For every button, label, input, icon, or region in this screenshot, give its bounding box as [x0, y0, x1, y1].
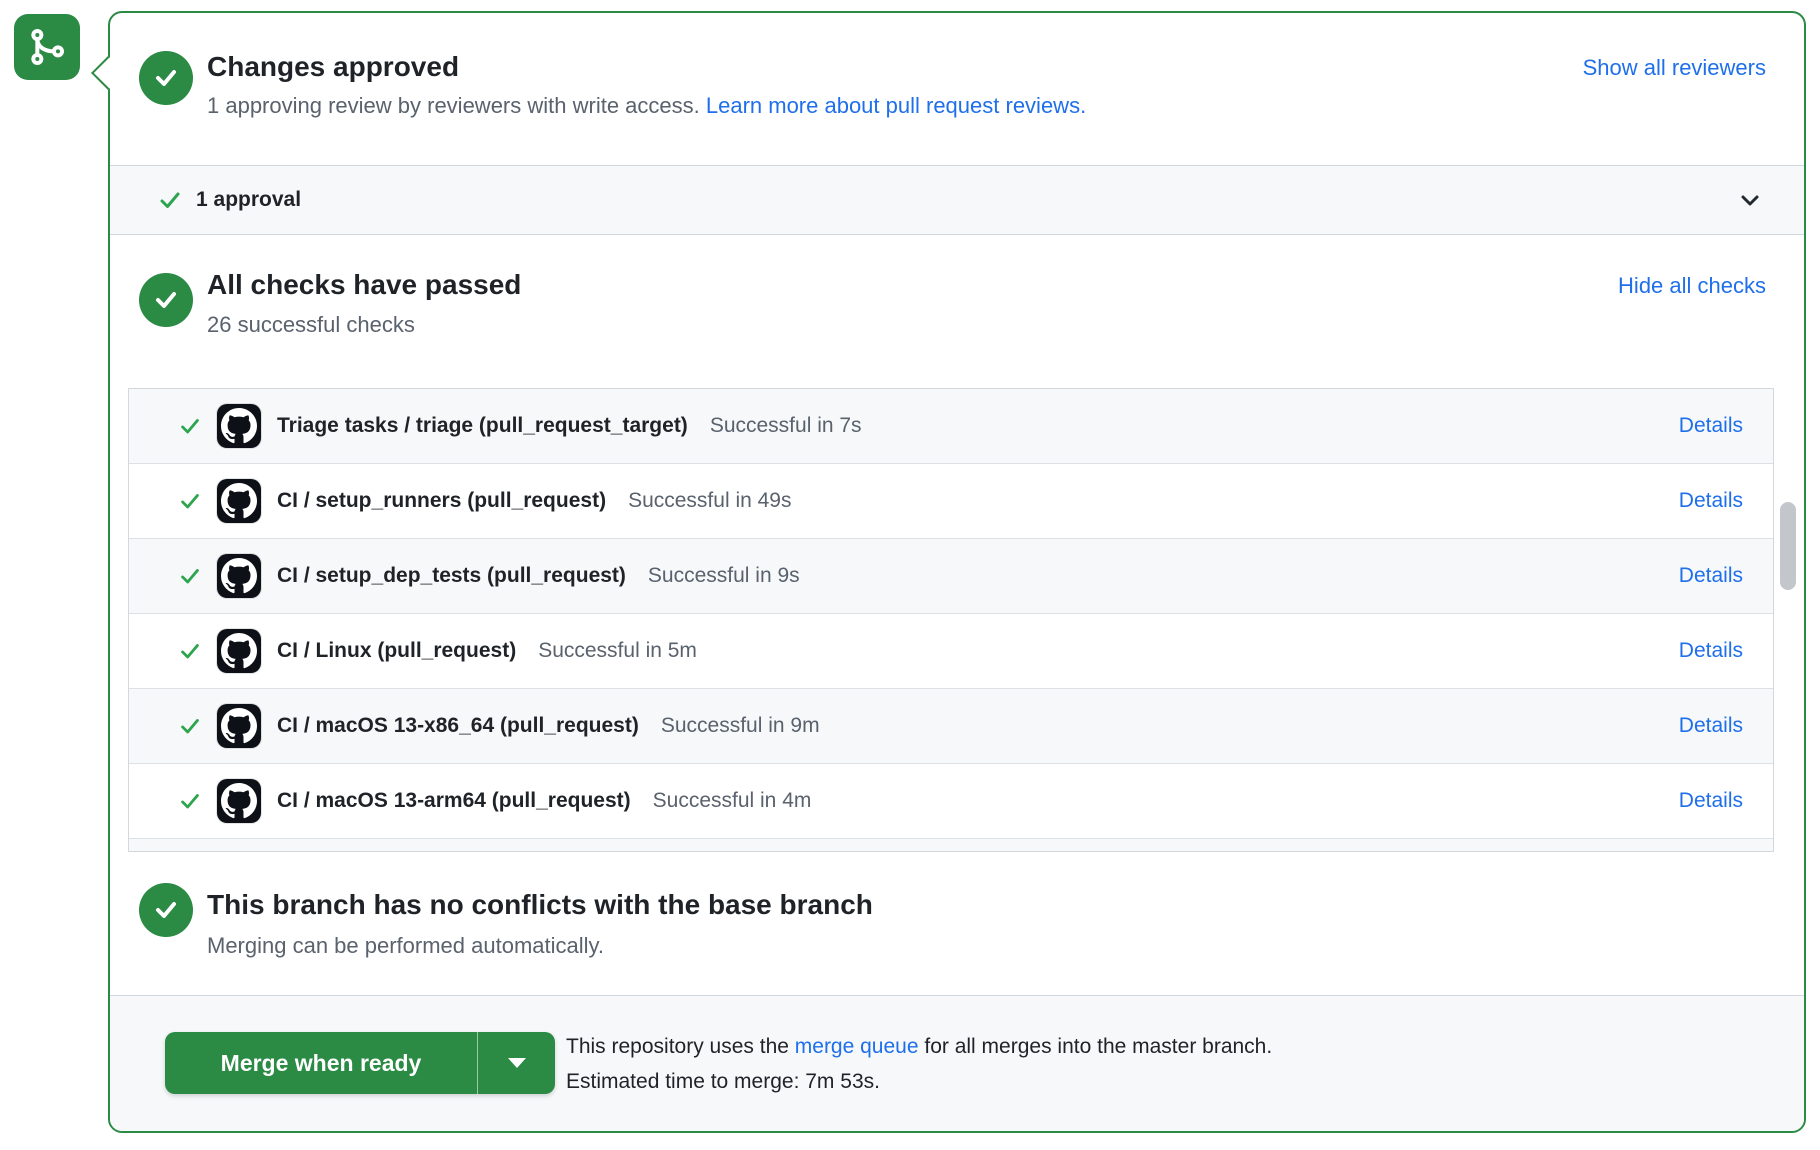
checks-scrollbar-thumb[interactable] — [1780, 502, 1796, 590]
github-octocat-icon — [217, 479, 261, 523]
merge-queue-info: This repository uses the merge queue for… — [566, 1029, 1272, 1099]
check-name: CI / macOS 13-x86_64 (pull_request) — [277, 714, 639, 738]
check-status: Successful in 4m — [653, 789, 812, 813]
github-octocat-icon — [217, 554, 261, 598]
git-merge-badge — [14, 14, 80, 80]
chevron-down-icon[interactable] — [1736, 186, 1764, 214]
card-pointer-notch — [91, 56, 125, 90]
merge-footer: Merge when ready This repository uses th… — [110, 995, 1804, 1131]
github-octocat-icon — [217, 779, 261, 823]
show-all-reviewers-link[interactable]: Show all reviewers — [1583, 55, 1766, 81]
check-name: CI / macOS 13-arm64 (pull_request) — [277, 789, 631, 813]
approval-accordion-row[interactable]: 1 approval — [110, 165, 1804, 235]
check-name: CI / setup_dep_tests (pull_request) — [277, 564, 626, 588]
check-details-link[interactable]: Details — [1679, 564, 1743, 588]
check-name: Triage tasks / triage (pull_request_targ… — [277, 414, 688, 438]
check-icon — [177, 788, 203, 814]
check-row: CI / setup_runners (pull_request) Succes… — [129, 464, 1773, 539]
hide-all-checks-link[interactable]: Hide all checks — [1618, 273, 1766, 299]
partial-next-check-row — [129, 839, 1773, 851]
check-details-link[interactable]: Details — [1679, 714, 1743, 738]
check-status: Successful in 7s — [710, 414, 862, 438]
check-status: Successful in 9s — [648, 564, 800, 588]
check-details-link[interactable]: Details — [1679, 789, 1743, 813]
info-prefix: This repository uses the — [566, 1035, 795, 1058]
review-section-subtitle: 1 approving review by reviewers with wri… — [207, 93, 1086, 119]
git-merge-icon — [27, 27, 67, 67]
merge-box-card: Changes approved 1 approving review by r… — [108, 11, 1806, 1133]
merge-estimate-line: Estimated time to merge: 7m 53s. — [566, 1064, 1272, 1099]
merge-queue-link[interactable]: merge queue — [795, 1035, 919, 1058]
check-icon — [177, 413, 203, 439]
learn-more-link[interactable]: Learn more about pull request reviews. — [706, 93, 1086, 118]
check-row: CI / macOS 13-arm64 (pull_request) Succe… — [129, 764, 1773, 839]
check-status: Successful in 49s — [628, 489, 791, 513]
review-subtitle-text: 1 approving review by reviewers with wri… — [207, 93, 706, 118]
checks-list[interactable]: Triage tasks / triage (pull_request_targ… — [128, 388, 1774, 852]
check-details-link[interactable]: Details — [1679, 639, 1743, 663]
conflicts-section-subtitle: Merging can be performed automatically. — [207, 933, 604, 959]
check-icon — [177, 713, 203, 739]
check-row: CI / Linux (pull_request) Successful in … — [129, 614, 1773, 689]
check-icon — [177, 638, 203, 664]
check-name: CI / Linux (pull_request) — [277, 639, 516, 663]
checks-status-check-circle-icon — [139, 273, 193, 327]
check-details-link[interactable]: Details — [1679, 414, 1743, 438]
github-octocat-icon — [217, 629, 261, 673]
github-octocat-icon — [217, 704, 261, 748]
check-icon — [156, 186, 184, 214]
checks-section-title: All checks have passed — [207, 269, 521, 301]
conflicts-section-title: This branch has no conflicts with the ba… — [207, 889, 873, 921]
check-name: CI / setup_runners (pull_request) — [277, 489, 606, 513]
info-suffix: for all merges into the master branch. — [919, 1035, 1273, 1058]
check-details-link[interactable]: Details — [1679, 489, 1743, 513]
check-icon — [177, 488, 203, 514]
checks-section-subtitle: 26 successful checks — [207, 312, 415, 338]
merge-when-ready-button-group: Merge when ready — [165, 1032, 555, 1094]
review-section-title: Changes approved — [207, 51, 459, 83]
approval-count-label: 1 approval — [196, 188, 301, 212]
merge-when-ready-button[interactable]: Merge when ready — [165, 1032, 477, 1094]
conflicts-status-check-circle-icon — [139, 883, 193, 937]
review-status-check-circle-icon — [139, 51, 193, 105]
github-octocat-icon — [217, 404, 261, 448]
check-status: Successful in 9m — [661, 714, 820, 738]
check-row: CI / setup_dep_tests (pull_request) Succ… — [129, 539, 1773, 614]
check-status: Successful in 5m — [538, 639, 697, 663]
merge-options-dropdown-button[interactable] — [477, 1032, 555, 1094]
merge-queue-info-line: This repository uses the merge queue for… — [566, 1029, 1272, 1064]
check-icon — [177, 563, 203, 589]
check-row: CI / macOS 13-x86_64 (pull_request) Succ… — [129, 689, 1773, 764]
check-row: Triage tasks / triage (pull_request_targ… — [129, 389, 1773, 464]
dropdown-caret-icon — [508, 1058, 526, 1068]
